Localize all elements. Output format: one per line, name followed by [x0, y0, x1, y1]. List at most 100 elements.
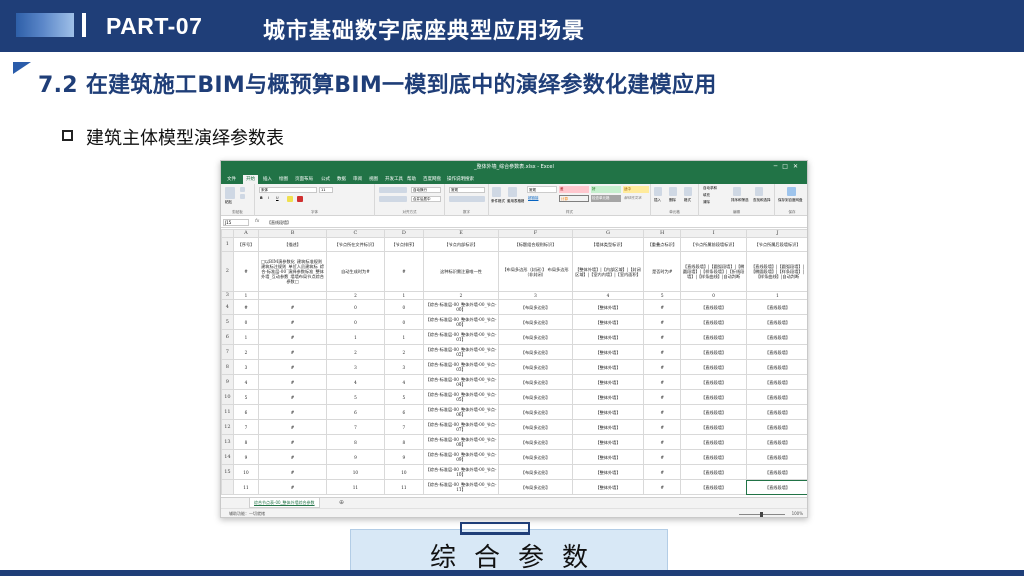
style-neutral[interactable]: 适中 — [623, 186, 649, 193]
table-cell[interactable]: 2 — [383, 344, 424, 360]
font-color-icon[interactable] — [297, 196, 303, 202]
table-cell[interactable]: 4 — [383, 374, 424, 390]
fx-icon[interactable]: fx — [255, 219, 259, 224]
tab-data[interactable]: 数据 — [337, 176, 346, 182]
table-cell[interactable]: # — [258, 329, 327, 345]
style-explanatory[interactable]: 解释性文本 — [623, 195, 649, 202]
tab-review[interactable]: 审阅 — [353, 176, 362, 182]
format-cells-icon[interactable] — [684, 187, 692, 196]
table-cell[interactable]: 6 — [325, 404, 385, 420]
table-cell[interactable] — [258, 291, 327, 300]
bold-button[interactable]: B — [259, 196, 265, 202]
tab-formulas[interactable]: 公式 — [321, 176, 330, 182]
table-cell[interactable]: 8 — [232, 434, 260, 450]
table-cell[interactable]: 【直线段墙】 — [680, 359, 747, 375]
column-header[interactable]: H — [643, 229, 682, 238]
table-cell[interactable]: 0 — [680, 291, 747, 300]
row-header[interactable]: 8 — [221, 359, 234, 375]
row-header[interactable] — [221, 479, 234, 495]
row-header[interactable]: 9 — [221, 374, 234, 390]
column-header[interactable]: B — [258, 229, 327, 238]
delete-cells-icon[interactable] — [669, 187, 677, 196]
table-cell[interactable]: 【综合-标准层-00_整体外墙-00_节点-06】 — [422, 404, 500, 420]
table-cell[interactable]: 【节点内部标识】 — [422, 237, 500, 252]
table-cell[interactable]: # — [232, 251, 260, 292]
table-cell[interactable]: 【综合-标准层-00_整体外墙-00_节点-00】 — [422, 314, 500, 330]
table-cell[interactable]: 【节点所属后段墙标识】 — [745, 237, 807, 252]
row-header[interactable]: 13 — [221, 434, 234, 450]
table-cell[interactable]: 【直线段墙】 — [745, 374, 807, 390]
font-size-select[interactable]: 11 — [319, 187, 333, 193]
table-cell[interactable]: 4 — [571, 291, 645, 300]
table-cell[interactable]: 【综合-标准层-00_整体外墙-00_节点-11】 — [422, 479, 500, 495]
table-cell[interactable]: 【标题组合规则标识】 — [498, 237, 573, 252]
table-cell[interactable]: 2 — [325, 344, 385, 360]
table-cell[interactable]: 【布局多边形】 — [498, 374, 573, 390]
style-check-cell[interactable]: 检查单元格 — [591, 195, 621, 202]
table-cell[interactable]: # — [258, 359, 327, 375]
table-cell[interactable]: # — [258, 434, 327, 450]
table-cell[interactable]: 1 — [383, 291, 424, 300]
italic-button[interactable]: I — [267, 196, 273, 202]
row-header[interactable]: 12 — [221, 419, 234, 435]
table-cell[interactable]: 1 — [745, 291, 807, 300]
table-cell[interactable]: 【直线段墙】 — [745, 389, 807, 405]
style-bad[interactable]: 差 — [559, 186, 589, 193]
table-cell[interactable]: 11 — [325, 479, 385, 495]
merge-center-button[interactable]: 合并后居中 — [411, 196, 441, 202]
column-header[interactable]: I — [680, 229, 747, 238]
align-icons[interactable] — [379, 187, 407, 193]
table-cell[interactable]: 【直线段墙】 — [680, 479, 747, 495]
formula-input[interactable]: 【直线段墙】 — [267, 219, 291, 226]
table-cell[interactable]: 【节点排序】 — [383, 237, 424, 252]
number-format-select[interactable]: 常规 — [449, 187, 485, 193]
table-cell[interactable]: 【整体外墙】|【内部区域】|【封闭区域】|【室内内墙】|【室内面积】 — [571, 251, 645, 292]
table-cell[interactable]: 【直线段墙】 — [745, 464, 807, 480]
table-cell[interactable]: 10 — [383, 464, 424, 480]
table-cell[interactable]: 【整体外墙】 — [571, 299, 645, 315]
zoom-level[interactable]: 100% — [792, 511, 803, 516]
table-cell[interactable]: 【直线段墙】 — [680, 374, 747, 390]
table-cell[interactable]: 【综合-标准层-00_整体外墙-00_节点-05】 — [422, 389, 500, 405]
column-header[interactable]: A — [232, 229, 260, 238]
table-cell[interactable]: 3 — [498, 291, 573, 300]
table-cell[interactable]: 9 — [383, 449, 424, 465]
table-cell[interactable]: # — [258, 389, 327, 405]
table-cell[interactable]: 是否时为# — [643, 251, 682, 292]
row-header[interactable]: 14 — [221, 449, 234, 465]
table-cell[interactable]: 0 — [232, 314, 260, 330]
table-cell[interactable]: 1 — [325, 329, 385, 345]
table-cell[interactable]: # — [643, 359, 682, 375]
table-cell[interactable]: 【综合-标准层-00_整体外墙-00_节点-04】 — [422, 374, 500, 390]
table-cell[interactable]: 【布局多边形】 — [498, 434, 573, 450]
table-cell[interactable]: 【直线段墙】 — [680, 464, 747, 480]
table-cell[interactable]: # — [383, 251, 424, 292]
table-cell[interactable]: # — [258, 374, 327, 390]
table-cell[interactable]: # — [258, 314, 327, 330]
table-cell[interactable]: # — [258, 449, 327, 465]
table-cell[interactable]: 【直线段墙】 — [680, 419, 747, 435]
table-cell[interactable]: 【综合-标准层-00_整体外墙-00_节点-01】 — [422, 329, 500, 345]
table-cell[interactable]: 【综合-标准层-00_整体外墙-00_节点-03】 — [422, 359, 500, 375]
table-cell[interactable]: 【布局多边形】 — [498, 389, 573, 405]
row-header[interactable]: 4 — [221, 299, 234, 315]
tab-insert[interactable]: 插入 — [263, 176, 272, 182]
table-cell[interactable]: # — [643, 479, 682, 495]
table-cell[interactable]: 8 — [383, 434, 424, 450]
baidu-cloud-icon[interactable] — [787, 187, 796, 196]
table-cell[interactable]: 【节点所属前段墙标识】 — [680, 237, 747, 252]
table-cell[interactable]: 【描述】 — [258, 237, 327, 252]
tab-home[interactable]: 开始 — [243, 175, 258, 184]
copy-icon[interactable] — [240, 194, 245, 199]
table-cell[interactable]: 【直线段墙】 — [745, 314, 807, 330]
table-cell[interactable]: 2 — [325, 291, 385, 300]
sort-filter-icon[interactable] — [733, 187, 741, 196]
table-format-icon[interactable] — [508, 187, 517, 197]
table-cell[interactable]: 【整体外墙】 — [571, 314, 645, 330]
column-header[interactable]: E — [422, 229, 500, 238]
row-header[interactable]: 7 — [221, 344, 234, 360]
table-cell[interactable]: 0 — [325, 299, 385, 315]
table-cell[interactable]: 【直线段墙】 — [680, 314, 747, 330]
tab-baidu[interactable]: 百度网盘 — [423, 176, 441, 182]
table-cell[interactable]: 10 — [232, 464, 260, 480]
